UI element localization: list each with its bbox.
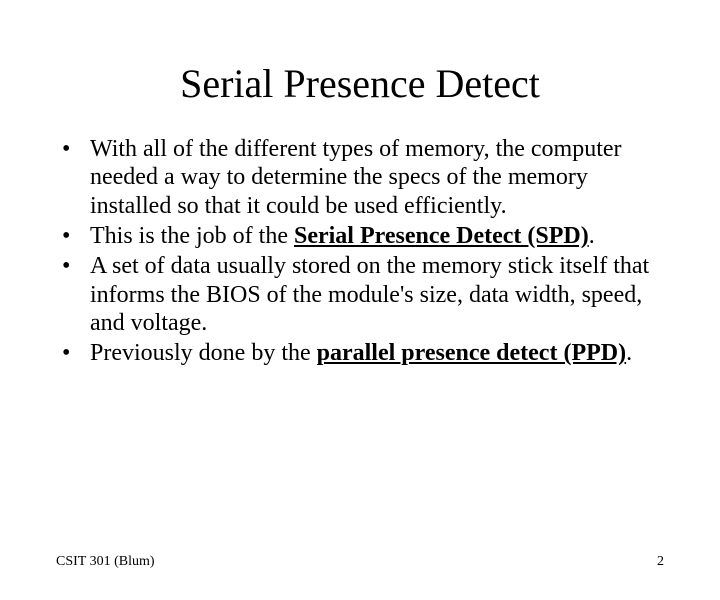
bullet-list: With all of the different types of memor… — [56, 135, 664, 368]
bullet-emph: parallel presence detect (PPD) — [317, 340, 626, 366]
bullet-text: This is the job of the — [90, 223, 294, 249]
bullet-text: A set of data usually stored on the memo… — [90, 253, 649, 336]
footer-left: CSIT 301 (Blum) — [56, 554, 155, 570]
bullet-text-post: . — [626, 340, 632, 366]
bullet-text: Previously done by the — [90, 340, 317, 366]
bullet-emph: Serial Presence Detect (SPD) — [294, 223, 589, 249]
list-item: Previously done by the parallel presence… — [56, 339, 664, 367]
slide-body: With all of the different types of memor… — [0, 135, 720, 368]
bullet-text: With all of the different types of memor… — [90, 136, 622, 219]
slide: Serial Presence Detect With all of the d… — [0, 60, 720, 600]
footer: CSIT 301 (Blum) 2 — [56, 554, 664, 570]
list-item: A set of data usually stored on the memo… — [56, 252, 664, 337]
slide-title: Serial Presence Detect — [0, 60, 720, 107]
page-number: 2 — [657, 554, 664, 570]
list-item: With all of the different types of memor… — [56, 135, 664, 220]
bullet-text-post: . — [589, 223, 595, 249]
list-item: This is the job of the Serial Presence D… — [56, 222, 664, 250]
